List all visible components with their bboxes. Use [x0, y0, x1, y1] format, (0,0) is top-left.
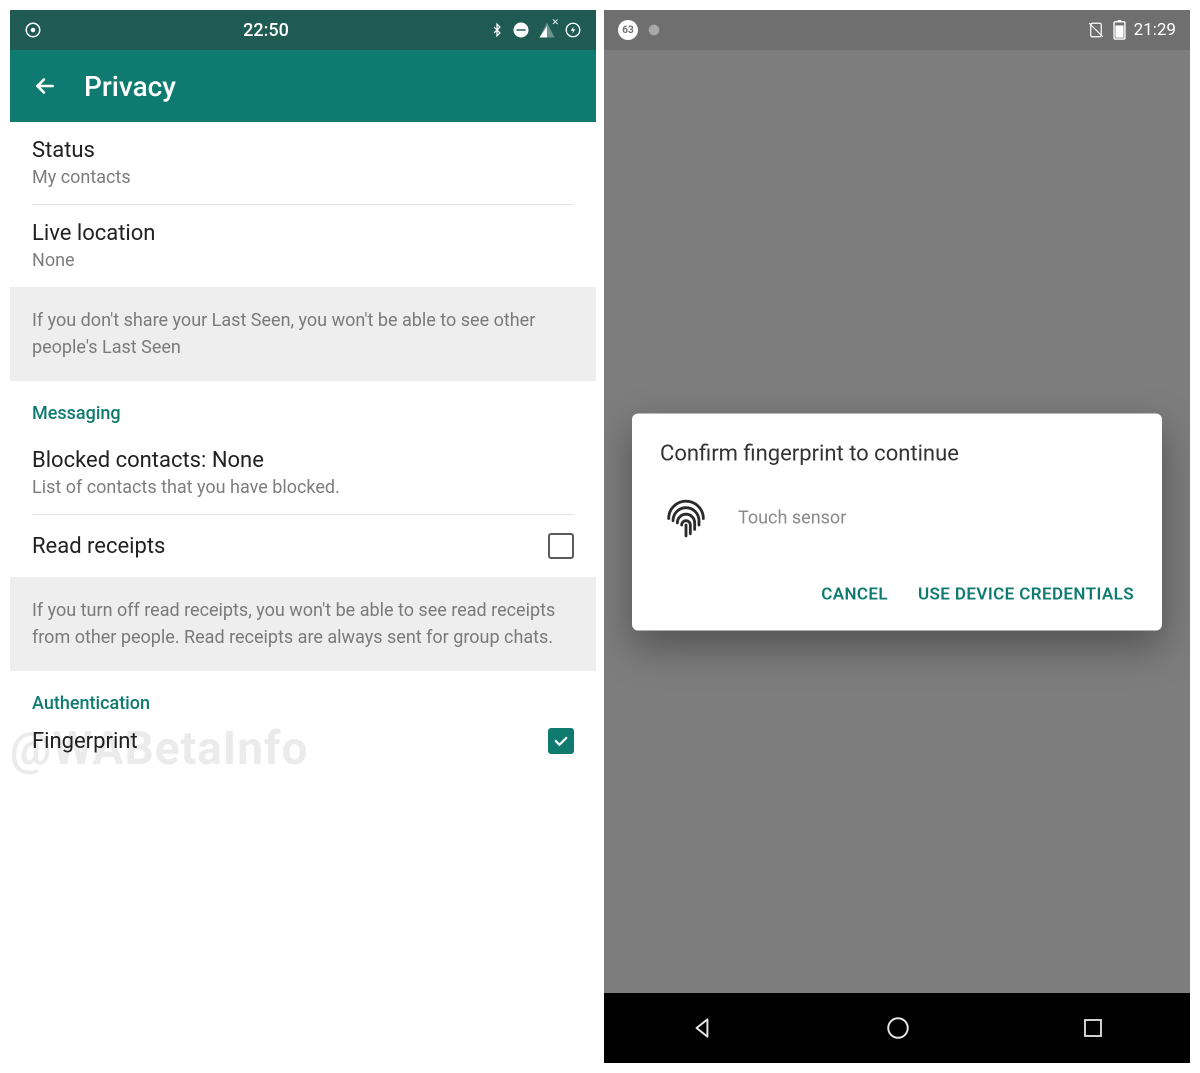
read-receipts-info: If you turn off read receipts, you won't…: [10, 577, 596, 671]
dnd-icon: [512, 21, 530, 39]
signal-icon: ✕: [538, 21, 556, 39]
target-icon: [24, 21, 42, 39]
section-messaging: Messaging: [10, 381, 596, 432]
nav-home-button[interactable]: [885, 1015, 911, 1041]
row-label: Status: [32, 138, 574, 163]
dialog-hint: Touch sensor: [738, 508, 846, 529]
statusbar-right: 63 21:29: [604, 10, 1190, 50]
use-credentials-button[interactable]: USE DEVICE CREDENTIALS: [918, 574, 1134, 614]
row-blocked-contacts[interactable]: Blocked contacts: None List of contacts …: [10, 432, 596, 514]
row-status[interactable]: Status My contacts: [10, 122, 596, 204]
row-label: Read receipts: [32, 534, 165, 559]
dialog-scrim: @WABetaInfo Confirm fingerprint to conti…: [604, 50, 1190, 993]
battery-icon: [1113, 20, 1126, 40]
fingerprint-icon: [660, 492, 712, 544]
page-title: Privacy: [84, 70, 176, 103]
fingerprint-dialog: Confirm fingerprint to continue Touch se…: [632, 413, 1162, 630]
fingerprint-checkbox[interactable]: [548, 728, 574, 754]
read-receipts-checkbox[interactable]: [548, 533, 574, 559]
screenshot-pair: 22:50 ✕ Privacy: [0, 0, 1200, 1073]
watermark: @WABetaInfo: [10, 722, 308, 776]
nav-recents-button[interactable]: [1081, 1016, 1105, 1040]
circle-icon: [646, 22, 662, 38]
row-sub: List of contacts that you have blocked.: [32, 477, 574, 498]
dialog-title: Confirm fingerprint to continue: [660, 441, 1134, 466]
statusbar-left: 22:50 ✕: [10, 10, 596, 50]
row-live-location[interactable]: Live location None: [10, 205, 596, 287]
row-value: None: [32, 250, 574, 271]
back-button[interactable]: [28, 69, 62, 103]
appbar: Privacy: [10, 50, 596, 122]
phone-left: 22:50 ✕ Privacy: [10, 10, 596, 1063]
bluetooth-icon: [490, 20, 504, 40]
row-read-receipts[interactable]: Read receipts: [10, 515, 596, 577]
nav-back-button[interactable]: [689, 1015, 715, 1041]
row-label: Blocked contacts: None: [32, 448, 574, 473]
row-value: My contacts: [32, 167, 574, 188]
phone-right: 63 21:29 @WABetaInfo Confirm fingerprint…: [604, 10, 1190, 1063]
section-authentication: Authentication: [10, 671, 596, 722]
cancel-button[interactable]: CANCEL: [821, 574, 888, 614]
badge-icon: 63: [618, 20, 638, 40]
privacy-settings-list: Status My contacts Live location None If…: [10, 122, 596, 772]
statusbar-time: 21:29: [1134, 20, 1176, 40]
android-navbar: [604, 993, 1190, 1063]
row-label: Live location: [32, 221, 574, 246]
battery-icon: [564, 21, 582, 39]
statusbar-time: 22:50: [42, 20, 490, 41]
last-seen-info: If you don't share your Last Seen, you w…: [10, 287, 596, 381]
no-sim-icon: [1087, 21, 1105, 39]
